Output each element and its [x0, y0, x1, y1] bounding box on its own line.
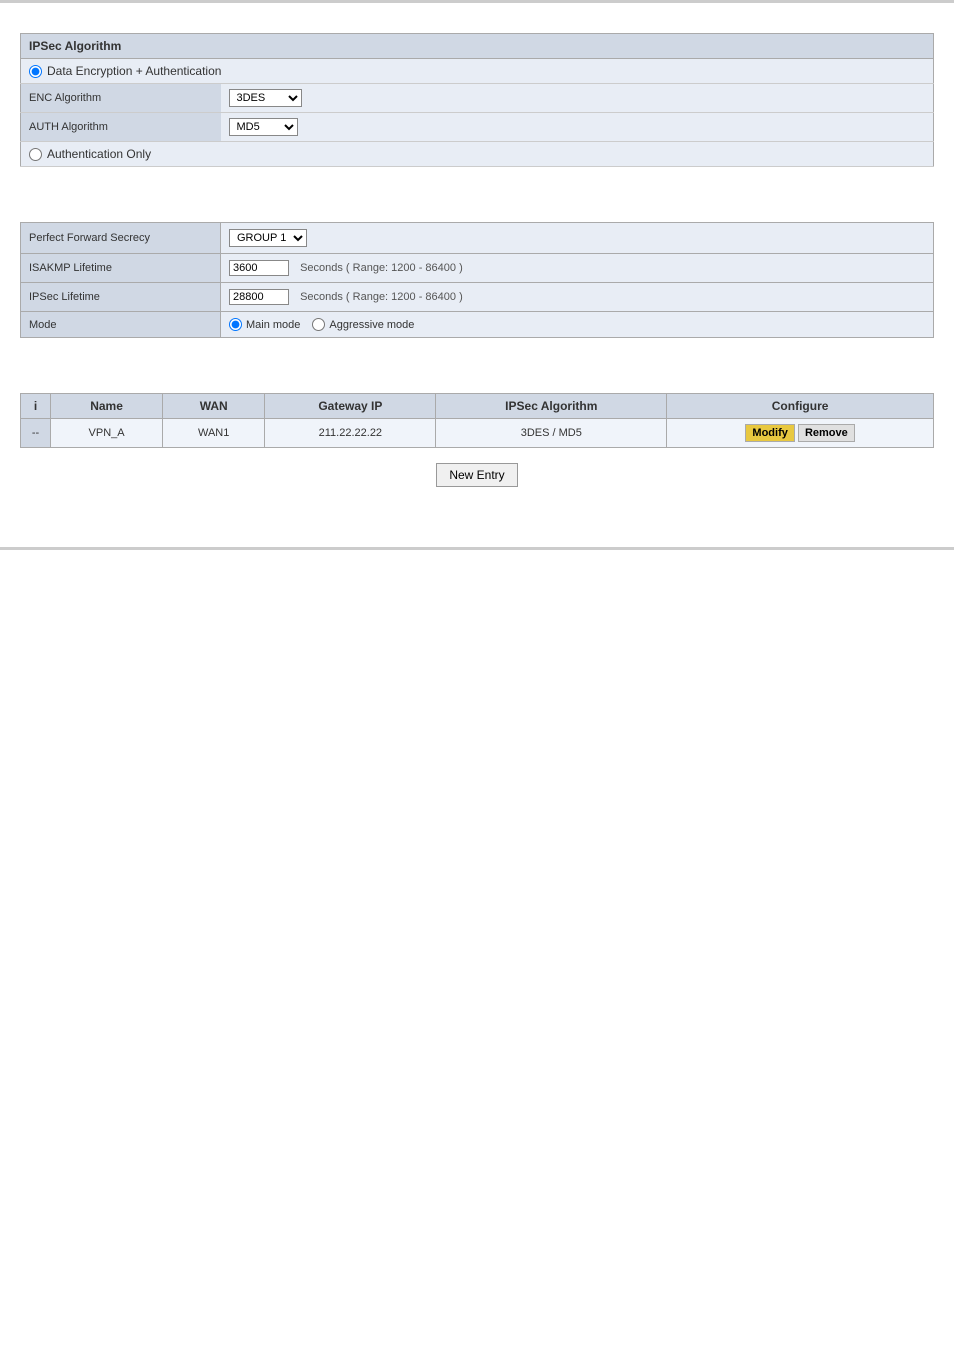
- row-ipsec-algorithm: 3DES / MD5: [436, 419, 667, 448]
- spacer-1: [20, 197, 934, 222]
- ipsec-lifetime-row: IPSec Lifetime Seconds ( Range: 1200 - 8…: [21, 283, 934, 312]
- row-configure: Modify Remove: [667, 419, 934, 448]
- auth-only-label[interactable]: Authentication Only: [29, 147, 925, 161]
- ipsec-header-row: IPSec Algorithm: [21, 34, 934, 59]
- row-name: VPN_A: [51, 419, 163, 448]
- isakmp-label: ISAKMP Lifetime: [21, 254, 221, 283]
- auth-algorithm-select[interactable]: MD5 SHA1 SHA256: [229, 118, 298, 136]
- spacer-2: [20, 368, 934, 393]
- ipsec-algorithm-section: IPSec Algorithm Data Encryption + Authen…: [20, 33, 934, 167]
- col-name: Name: [51, 394, 163, 419]
- page-wrapper: IPSec Algorithm Data Encryption + Authen…: [0, 0, 954, 1350]
- mode-row: Mode Main mode Aggressive mode: [21, 312, 934, 338]
- bottom-border: [0, 547, 954, 550]
- aggressive-mode-radio[interactable]: [312, 318, 325, 331]
- vpn-table: i Name WAN Gateway IP IPSec Algorithm Co…: [20, 393, 934, 448]
- row-gateway-ip: 211.22.22.22: [265, 419, 436, 448]
- aggressive-mode-label[interactable]: Aggressive mode: [312, 318, 414, 331]
- pfs-label: Perfect Forward Secrecy: [21, 223, 221, 254]
- mode-radio-group: Main mode Aggressive mode: [229, 318, 925, 331]
- remove-button[interactable]: Remove: [798, 424, 855, 442]
- ipsec-lifetime-input[interactable]: [229, 289, 289, 305]
- enc-algorithm-label: ENC Algorithm: [21, 84, 221, 113]
- pfs-row: Perfect Forward Secrecy GROUP 1 GROUP 2 …: [21, 223, 934, 254]
- col-wan: WAN: [163, 394, 265, 419]
- modify-button[interactable]: Modify: [745, 424, 794, 442]
- ipsec-lifetime-label: IPSec Lifetime: [21, 283, 221, 312]
- enc-algorithm-select[interactable]: 3DES AES-128 AES-256 DES: [229, 89, 302, 107]
- ipsec-section-title: IPSec Algorithm: [21, 34, 934, 59]
- vpn-table-body: -- VPN_A WAN1 211.22.22.22 3DES / MD5 Mo…: [21, 419, 934, 448]
- new-entry-wrapper: New Entry: [20, 463, 934, 487]
- isakmp-range: Seconds ( Range: 1200 - 86400 ): [300, 262, 463, 274]
- isakmp-row: ISAKMP Lifetime Seconds ( Range: 1200 - …: [21, 254, 934, 283]
- auth-only-row: Authentication Only: [21, 142, 934, 167]
- auth-algorithm-row: AUTH Algorithm MD5 SHA1 SHA256: [21, 113, 934, 142]
- vpn-table-wrapper: i Name WAN Gateway IP IPSec Algorithm Co…: [20, 393, 934, 448]
- data-enc-auth-radio[interactable]: [29, 65, 42, 78]
- vpn-table-header-row: i Name WAN Gateway IP IPSec Algorithm Co…: [21, 394, 934, 419]
- auth-algorithm-label: AUTH Algorithm: [21, 113, 221, 142]
- enc-algorithm-row: ENC Algorithm 3DES AES-128 AES-256 DES: [21, 84, 934, 113]
- auth-only-radio[interactable]: [29, 148, 42, 161]
- mode-label: Mode: [21, 312, 221, 338]
- col-configure: Configure: [667, 394, 934, 419]
- main-mode-radio[interactable]: [229, 318, 242, 331]
- data-enc-auth-label[interactable]: Data Encryption + Authentication: [29, 64, 925, 78]
- col-ipsec-algorithm: IPSec Algorithm: [436, 394, 667, 419]
- pfs-table: Perfect Forward Secrecy GROUP 1 GROUP 2 …: [20, 222, 934, 338]
- pfs-section: Perfect Forward Secrecy GROUP 1 GROUP 2 …: [20, 222, 934, 338]
- content-area: IPSec Algorithm Data Encryption + Authen…: [0, 23, 954, 507]
- vpn-table-head: i Name WAN Gateway IP IPSec Algorithm Co…: [21, 394, 934, 419]
- top-border: [0, 0, 954, 3]
- data-enc-auth-row: Data Encryption + Authentication: [21, 59, 934, 84]
- isakmp-input[interactable]: [229, 260, 289, 276]
- new-entry-button[interactable]: New Entry: [436, 463, 517, 487]
- main-mode-label[interactable]: Main mode: [229, 318, 300, 331]
- enc-algorithm-select-wrapper: 3DES AES-128 AES-256 DES: [229, 89, 926, 107]
- ipsec-lifetime-range: Seconds ( Range: 1200 - 86400 ): [300, 291, 463, 303]
- table-row: -- VPN_A WAN1 211.22.22.22 3DES / MD5 Mo…: [21, 419, 934, 448]
- row-i: --: [21, 419, 51, 448]
- col-gateway-ip: Gateway IP: [265, 394, 436, 419]
- pfs-select[interactable]: GROUP 1 GROUP 2 GROUP 5 Disable: [229, 229, 307, 247]
- row-wan: WAN1: [163, 419, 265, 448]
- col-i: i: [21, 394, 51, 419]
- ipsec-algorithm-table: IPSec Algorithm Data Encryption + Authen…: [20, 33, 934, 167]
